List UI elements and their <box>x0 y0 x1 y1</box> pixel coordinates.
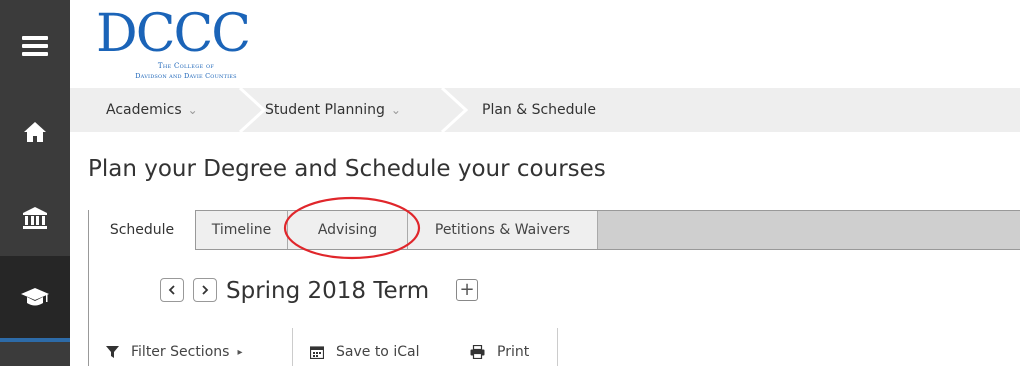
logo-tagline-1: The College of <box>157 62 215 70</box>
previous-term-button[interactable] <box>160 278 184 302</box>
next-term-button[interactable] <box>193 278 217 302</box>
breadcrumb-separator <box>440 88 469 132</box>
home-button[interactable] <box>0 110 70 154</box>
graduation-cap-icon <box>21 288 49 306</box>
academics-button[interactable] <box>0 196 70 240</box>
breadcrumb-label: Academics <box>106 102 182 118</box>
breadcrumb-item-academics[interactable]: Academics ⌄ <box>106 88 198 132</box>
add-term-button[interactable]: + <box>456 279 478 301</box>
breadcrumb-separator <box>238 88 267 132</box>
logo-wordmark: DCCC <box>96 4 251 64</box>
nav-rail-footer <box>0 342 70 366</box>
tab-timeline[interactable]: Timeline <box>196 211 288 249</box>
menu-icon <box>22 36 48 56</box>
bank-icon <box>23 207 47 229</box>
content-border <box>88 249 89 366</box>
college-logo[interactable]: DCCC The College of Davidson and Davie C… <box>96 8 272 86</box>
breadcrumb-item-plan-schedule: Plan & Schedule <box>482 88 596 132</box>
home-icon <box>24 122 46 142</box>
chevron-right-icon: ▸ <box>237 346 243 358</box>
save-to-ical-button[interactable]: Save to iCal <box>310 340 419 364</box>
page-title: Plan your Degree and Schedule your cours… <box>88 156 606 182</box>
student-planning-button[interactable] <box>0 275 70 319</box>
tab-label: Schedule <box>109 222 175 238</box>
tab-schedule[interactable]: Schedule <box>88 210 196 250</box>
breadcrumb-label: Plan & Schedule <box>482 102 596 118</box>
toolbar-divider <box>292 328 293 366</box>
tab-advising[interactable]: Advising <box>288 211 408 249</box>
chevron-down-icon: ⌄ <box>187 103 198 117</box>
tab-petitions-waivers[interactable]: Petitions & Waivers <box>408 211 598 249</box>
calendar-icon <box>310 346 324 359</box>
chevron-left-icon <box>168 285 175 295</box>
tab-label: Timeline <box>211 222 272 238</box>
menu-button[interactable] <box>0 24 70 68</box>
breadcrumb-item-student-planning[interactable]: Student Planning ⌄ <box>265 88 401 132</box>
printer-icon <box>470 345 485 359</box>
breadcrumb-label: Student Planning <box>265 102 385 118</box>
chevron-down-icon: ⌄ <box>390 103 401 117</box>
tab-label: Petitions & Waivers <box>434 222 571 238</box>
print-button[interactable]: Print <box>470 340 529 364</box>
filter-sections-label: Filter Sections <box>131 344 230 360</box>
term-title: Spring 2018 Term <box>226 278 430 304</box>
logo-tagline-2: Davidson and Davie Counties <box>135 72 237 80</box>
chevron-right-icon <box>202 285 209 295</box>
tab-label: Advising <box>317 222 378 238</box>
filter-sections-button[interactable]: Filter Sections ▸ <box>106 340 242 364</box>
print-label: Print <box>497 344 530 360</box>
toolbar-divider <box>557 328 558 366</box>
filter-icon <box>106 345 119 358</box>
plus-icon: + <box>459 279 475 300</box>
save-to-ical-label: Save to iCal <box>336 344 420 360</box>
